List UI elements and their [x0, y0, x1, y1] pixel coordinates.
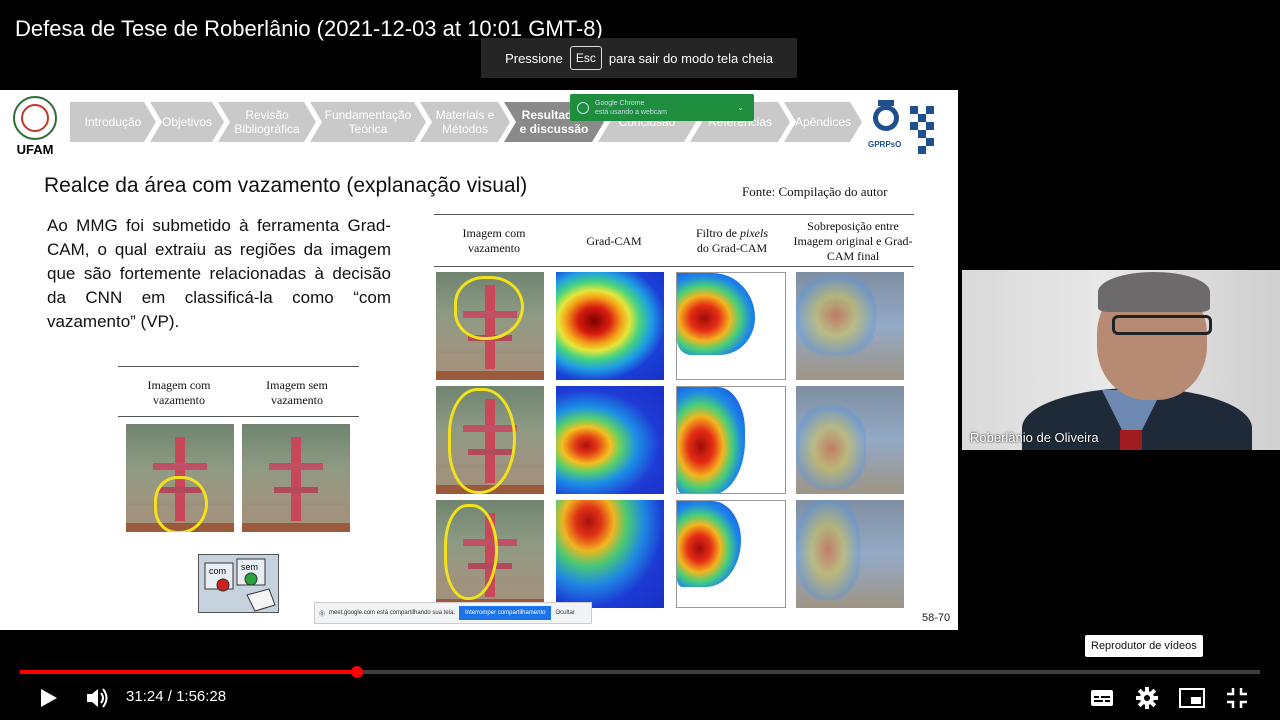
gradcam-header-filter: Filtro de pixels do Grad-CAM: [696, 226, 768, 255]
stop-sharing-button[interactable]: Interromper compartilhamento: [459, 606, 552, 620]
slide-number: 58-70: [922, 612, 951, 624]
gradcam-row3-heatmap: [556, 500, 664, 608]
leak-photo: [126, 424, 234, 532]
participant-tile: Roberlânio de Oliveira: [962, 270, 1280, 450]
com-button-label: com: [209, 566, 227, 576]
webcam-notice-line1: Google Chrome: [595, 99, 645, 107]
webcam-notice-line2: está usando a webcam: [595, 108, 667, 116]
gprpso-logo-text: GPRPsO: [868, 140, 902, 149]
current-time: 31:24: [126, 688, 164, 705]
share-bar-text: meet.google.com está compartilhando sua …: [329, 610, 456, 616]
mute-button[interactable]: [80, 680, 116, 716]
miniplayer-icon: [1179, 688, 1205, 708]
esc-key: Esc: [569, 46, 602, 70]
participant-name: Roberlânio de Oliveira: [970, 430, 1099, 445]
slide-body-text: Ao MMG foi submetido à ferramenta Grad-C…: [47, 216, 391, 331]
ufam-logo-text: UFAM: [16, 142, 54, 157]
fullscreen-hint-after: para sair do modo tela cheia: [608, 50, 773, 66]
source-note: Fonte: Compilação do autor: [742, 184, 888, 199]
nav-item-introducao: Introdução: [70, 102, 156, 142]
nav-item-apendices: Apêndices: [784, 102, 862, 142]
com-sem-buttons-illustration: com sem: [198, 554, 279, 613]
gradcam-header-gradcam: Grad-CAM: [586, 234, 642, 248]
fullscreen-hint-before: Pressione: [505, 50, 563, 66]
ufam-seal-icon: [13, 96, 57, 140]
chevron-down-icon[interactable]: ⌄: [737, 103, 744, 112]
nav-item-objetivos: Objetivos: [150, 102, 224, 142]
left-table-header-com: Imagem com vazamento: [147, 378, 211, 407]
gradcam-row2-image: [436, 386, 544, 494]
progress-played: [20, 670, 358, 674]
progress-bar[interactable]: [20, 666, 1260, 678]
gear-icon: [1136, 687, 1158, 709]
gradcam-header-image: Imagem com vazamento: [462, 226, 526, 255]
gradcam-row1-overlay: [796, 272, 904, 380]
gradcam-row2-filter: [676, 386, 786, 494]
gradcam-row2-heatmap: [556, 386, 664, 494]
exit-fullscreen-icon: [1227, 688, 1247, 708]
gradcam-row2-overlay: [796, 386, 904, 494]
hide-share-bar-button[interactable]: Ocultar: [555, 610, 574, 616]
scrubber-handle[interactable]: [351, 666, 364, 678]
gradcam-row1-image: [436, 272, 544, 380]
gprpso-logo: GPRPsO: [868, 98, 944, 154]
shared-slide: UFAM Introdução Objetivos Revisão Biblio…: [0, 90, 958, 630]
duration: 1:56:28: [176, 688, 227, 705]
gradcam-header-overlay: Sobreposição entre Imagem original e Gra…: [793, 219, 913, 263]
sem-button-label: sem: [241, 562, 259, 572]
nav-item-materiais: Materiais e Métodos: [420, 102, 510, 142]
ufam-logo: UFAM: [12, 96, 58, 157]
push-button-icon: [204, 558, 276, 612]
no-leak-photo: [242, 424, 350, 532]
gradcam-row1-filter: [676, 272, 786, 380]
webcam-icon: [577, 101, 589, 114]
player-controls: 31:24 / 1:56:28: [0, 680, 1280, 720]
screen-share-bar: ⓪ meet.google.com está compartilhando su…: [314, 602, 592, 624]
volume-icon: [87, 688, 108, 708]
left-table-header-sem: Imagem sem vazamento: [266, 378, 328, 407]
slide-title: Realce da área com vazamento (explanação…: [44, 174, 528, 197]
settings-button[interactable]: [1129, 680, 1165, 716]
share-info-icon: ⓪: [319, 611, 326, 618]
fullscreen-hint: Pressione Esc para sair do modo tela che…: [481, 38, 797, 78]
gradcam-row1-heatmap: [556, 272, 664, 380]
webcam-notice[interactable]: Google Chrome está usando a webcam ⌄: [570, 94, 754, 121]
player-tooltip: Reprodutor de vídeos: [1085, 635, 1203, 657]
miniplayer-button[interactable]: [1174, 680, 1210, 716]
play-button[interactable]: [30, 680, 66, 716]
time-display: 31:24 / 1:56:28: [126, 688, 227, 705]
nav-item-revisao: Revisão Bibliográfica: [218, 102, 316, 142]
play-icon: [41, 689, 57, 707]
gradcam-row3-image: [436, 500, 544, 608]
gradcam-row3-overlay: [796, 500, 904, 608]
subtitles-button[interactable]: [1084, 680, 1120, 716]
nav-item-fundamentacao: Fundamentação Teórica: [310, 102, 426, 142]
subtitles-icon: [1091, 690, 1113, 706]
gradcam-row3-filter: [676, 500, 786, 608]
exit-fullscreen-button[interactable]: [1219, 680, 1255, 716]
